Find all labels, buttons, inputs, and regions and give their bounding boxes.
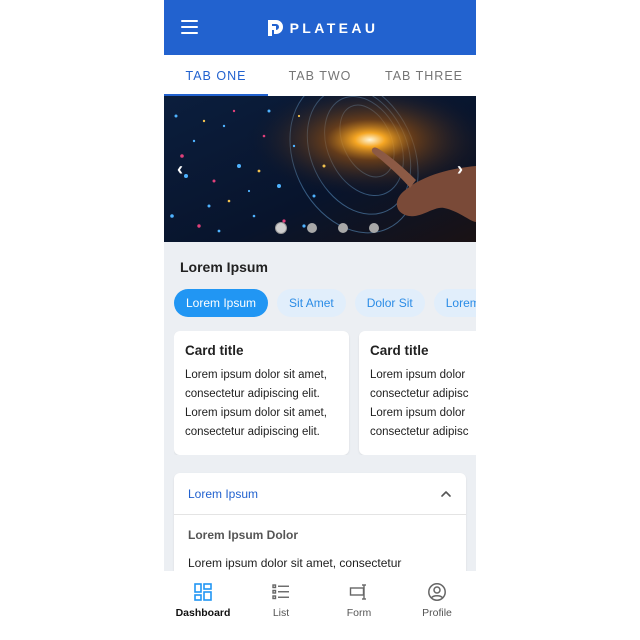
nav-label: Dashboard [175, 607, 231, 619]
accordion-subtitle: Lorem Ipsum Dolor [188, 528, 299, 542]
card[interactable]: Card title Lorem ipsum dolor consectetur… [359, 331, 476, 455]
card-title: Card title [185, 343, 244, 358]
card[interactable]: Card title Lorem ipsum dolor sit amet, c… [174, 331, 349, 455]
list-icon [272, 584, 289, 600]
filter-chips: Lorem Ipsum Sit Amet Dolor Sit Lorem [174, 289, 476, 317]
image-carousel[interactable]: ‹ › [164, 96, 476, 242]
bottom-navigation: Dashboard List Form Profile [164, 571, 476, 640]
section-title: Lorem Ipsum [180, 259, 268, 275]
nav-label: Profile [422, 607, 452, 619]
brand-name: PLATEAU [289, 19, 379, 36]
brand: PLATEAU [266, 19, 379, 37]
card-line: Lorem ipsum dolor [370, 407, 466, 419]
chevron-up-icon[interactable] [440, 488, 452, 500]
carousel-indicators [164, 223, 476, 233]
card-line: Lorem ipsum dolor sit amet, [185, 369, 327, 381]
card-line: consectetur adipiscing elit. [185, 426, 320, 438]
card-title: Card title [370, 343, 429, 358]
chevron-right-icon[interactable]: › [452, 158, 468, 180]
app-screen: PLATEAU TAB ONE TAB TWO TAB THREE ‹ › Lo… [164, 0, 476, 640]
chip-lorem[interactable]: Lorem [433, 289, 476, 317]
nav-label: Form [346, 607, 372, 619]
form-icon [349, 584, 366, 600]
chevron-left-icon[interactable]: ‹ [172, 158, 188, 180]
card-line: consectetur adipisc [370, 426, 469, 438]
tab-three[interactable]: TAB THREE [372, 55, 476, 96]
accordion-body: Lorem ipsum dolor sit amet, consectetur [188, 556, 402, 570]
tab-bar: TAB ONE TAB TWO TAB THREE [164, 55, 476, 96]
accordion-header[interactable]: Lorem Ipsum [174, 473, 466, 515]
card-carousel: Card title Lorem ipsum dolor sit amet, c… [174, 331, 476, 455]
profile-icon [428, 583, 446, 601]
nav-item-form[interactable]: Form [320, 571, 398, 640]
chip-sit-amet[interactable]: Sit Amet [277, 289, 346, 317]
accordion-title: Lorem Ipsum [188, 486, 259, 501]
nav-item-list[interactable]: List [242, 571, 320, 640]
carousel-slide-image [164, 96, 476, 242]
plateau-logo [267, 19, 283, 36]
tab-one[interactable]: TAB ONE [164, 55, 268, 96]
card-line: Lorem ipsum dolor sit amet, [185, 407, 327, 419]
dashboard-icon [194, 583, 212, 601]
card-line: Lorem ipsum dolor [370, 369, 466, 381]
app-header: PLATEAU [164, 0, 476, 55]
chip-dolor-sit[interactable]: Dolor Sit [354, 289, 425, 317]
nav-label: List [272, 607, 290, 619]
chip-lorem-ipsum[interactable]: Lorem Ipsum [174, 289, 269, 317]
carousel-dot[interactable] [337, 223, 348, 233]
card-line: consectetur adipisc [370, 388, 469, 400]
hamburger-menu-icon[interactable] [181, 18, 200, 36]
tab-two[interactable]: TAB TWO [268, 55, 372, 96]
nav-item-profile[interactable]: Profile [398, 571, 476, 640]
card-line: consectetur adipiscing elit. [185, 388, 320, 400]
carousel-dot[interactable] [306, 223, 317, 233]
nav-item-dashboard[interactable]: Dashboard [164, 571, 242, 640]
carousel-dot[interactable] [275, 223, 286, 233]
carousel-dot[interactable] [368, 223, 379, 233]
